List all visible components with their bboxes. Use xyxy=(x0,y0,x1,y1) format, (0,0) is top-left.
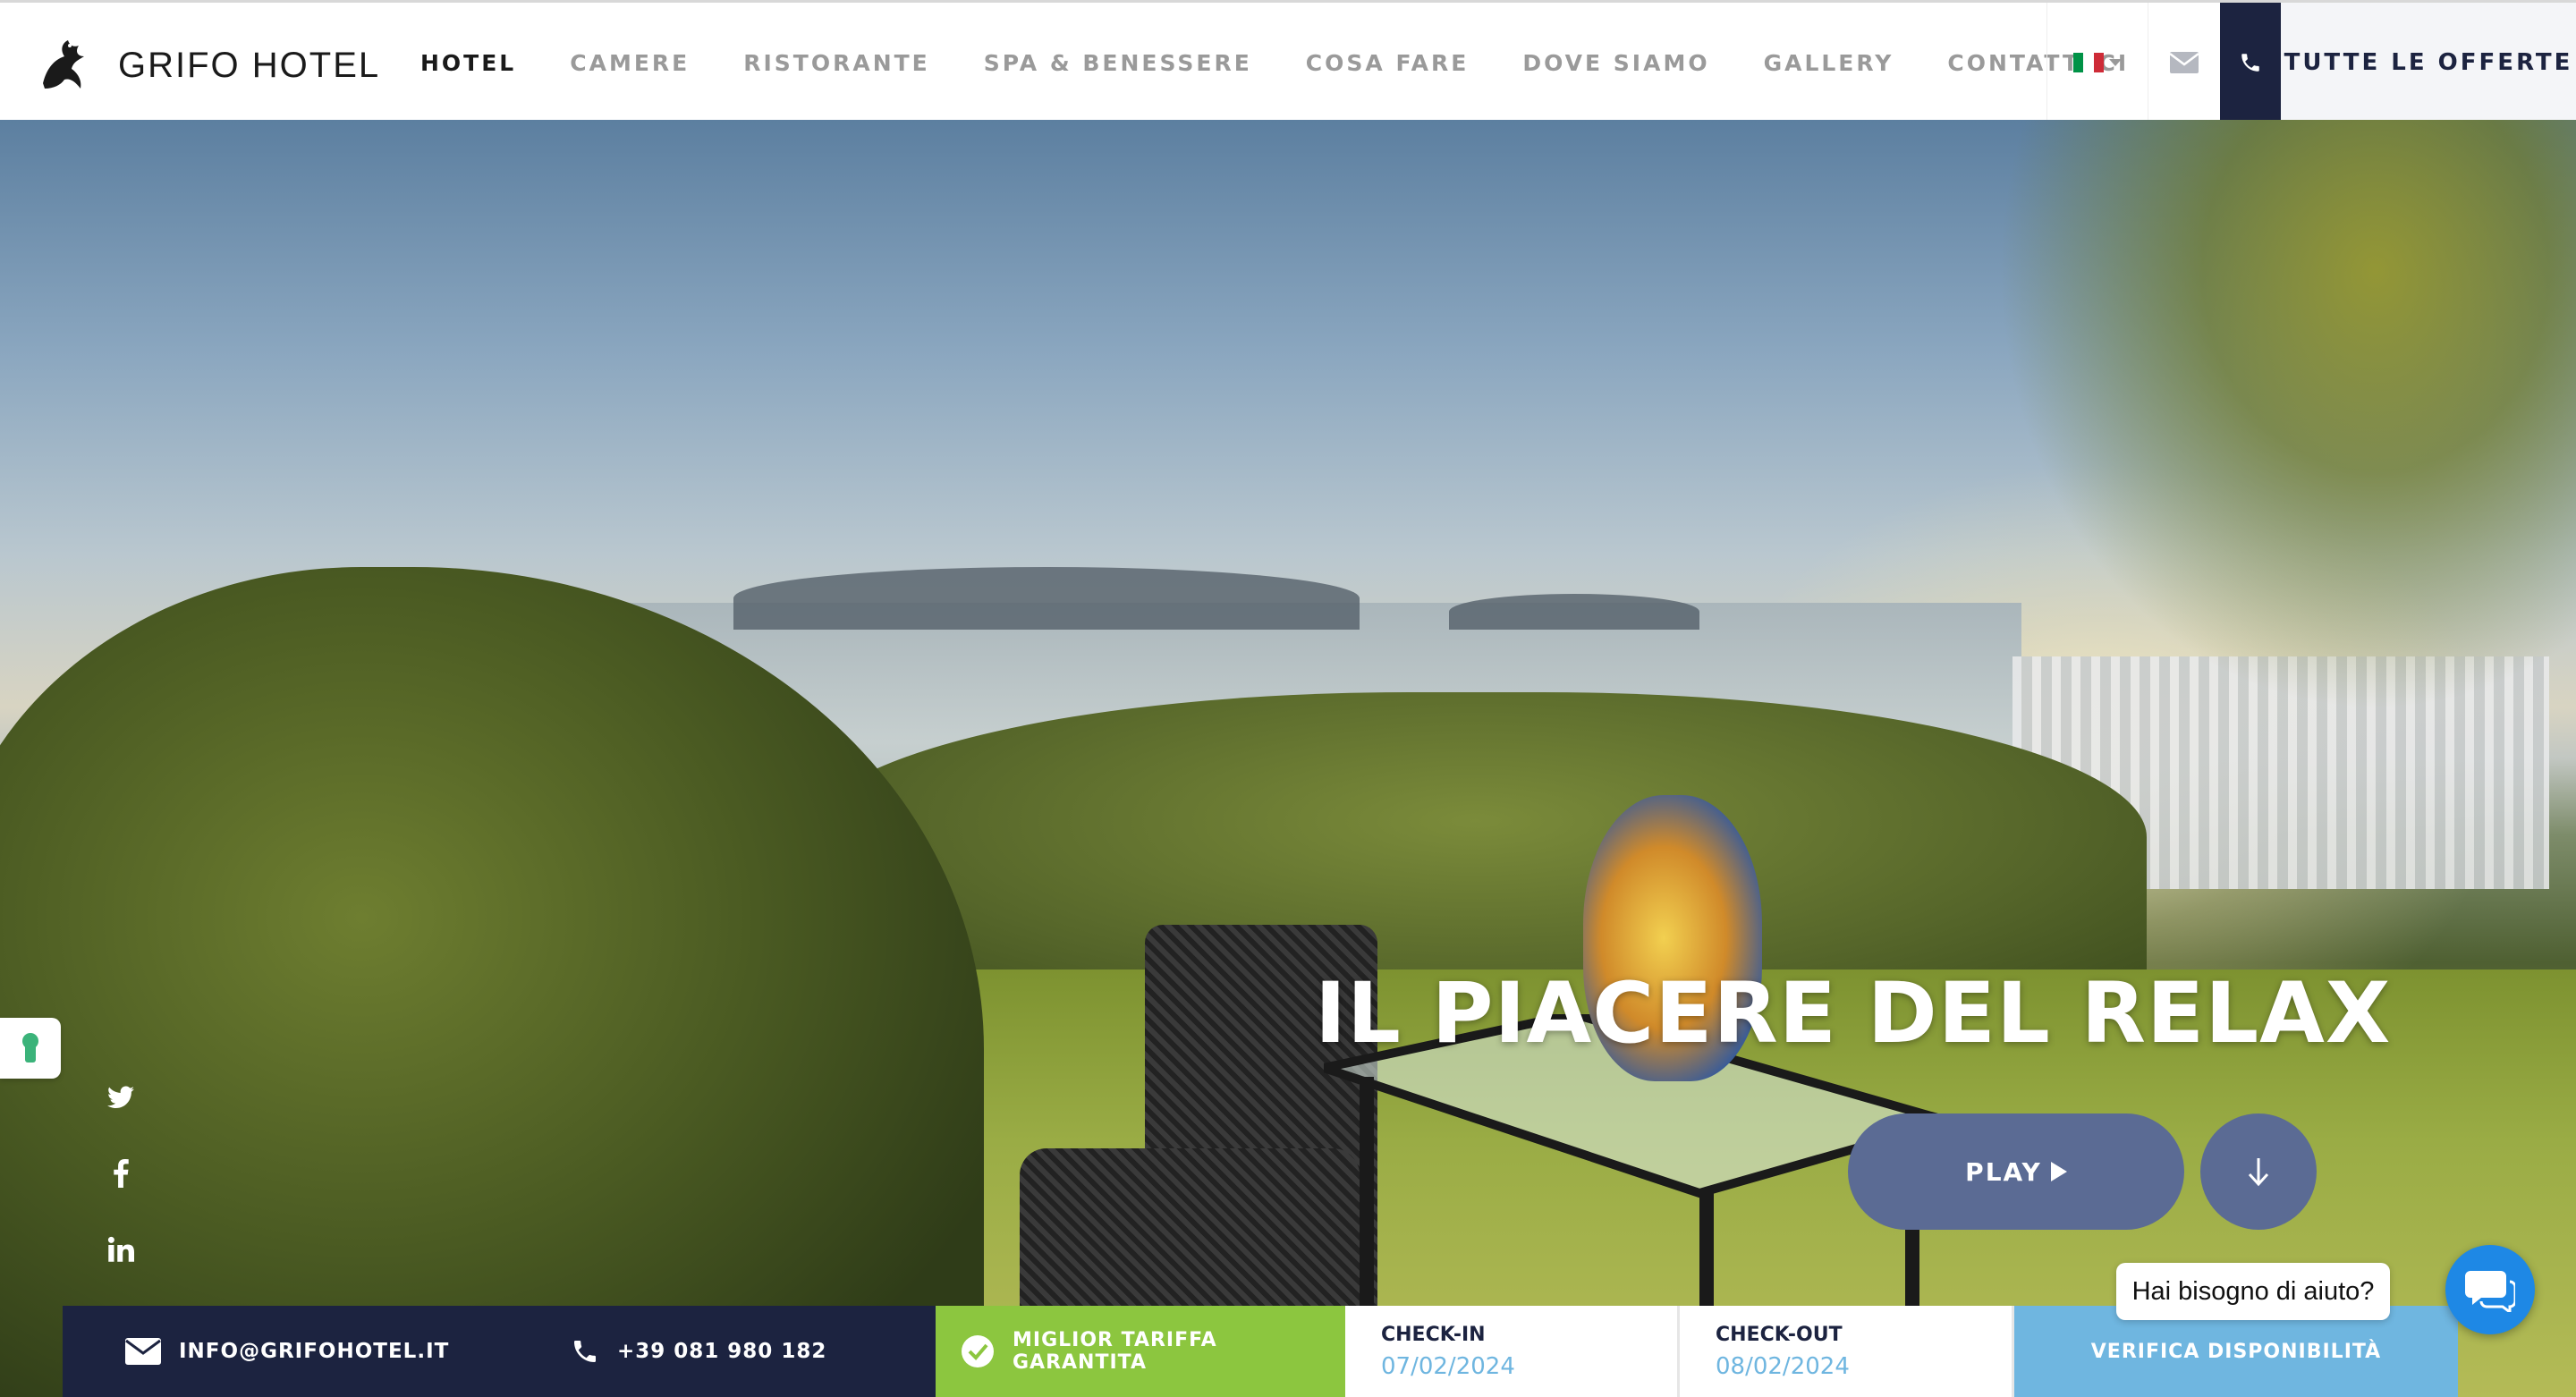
phone-icon xyxy=(571,1337,599,1366)
checkout-label: CHECK-OUT xyxy=(1716,1324,1843,1346)
italy-flag-icon xyxy=(2073,53,2104,72)
checkout-value: 08/02/2024 xyxy=(1716,1353,1850,1380)
twitter-icon[interactable] xyxy=(106,1082,136,1113)
facebook-icon[interactable] xyxy=(106,1158,136,1189)
linkedin-icon[interactable] xyxy=(106,1234,136,1265)
best-rate-text: MIGLIOR TARIFFA GARANTITA xyxy=(1013,1329,1217,1374)
play-video-button[interactable]: PLAY xyxy=(1848,1113,2184,1230)
phone-icon xyxy=(2241,54,2259,72)
nav-gallery[interactable]: GALLERY xyxy=(1764,50,1894,76)
keyhole-icon xyxy=(22,1033,38,1063)
hero-photo-island xyxy=(733,567,1360,630)
chevron-down-icon xyxy=(2109,59,2122,66)
site-header: GRIFO HOTEL HOTEL CAMERE RISTORANTE SPA … xyxy=(0,0,2576,123)
language-selector[interactable] xyxy=(2046,3,2148,123)
hero-photo-leaves xyxy=(1968,120,2576,746)
griffin-logo-icon xyxy=(43,40,84,89)
logo[interactable]: GRIFO HOTEL xyxy=(34,33,380,97)
side-tab[interactable] xyxy=(0,1018,61,1079)
checkin-field[interactable]: CHECK-IN 07/02/2024 xyxy=(1345,1306,1680,1397)
hero-headline: IL PIACERE DEL RELAX xyxy=(1315,965,2392,1063)
booking-phone[interactable]: +39 081 980 182 xyxy=(565,1306,936,1397)
phone-text: +39 081 980 182 xyxy=(617,1340,827,1363)
hero-photo-island xyxy=(1449,594,1699,630)
nav-cosa-fare[interactable]: COSA FARE xyxy=(1306,50,1470,76)
hero-banner: IL PIACERE DEL RELAX PLAY xyxy=(0,120,2576,1397)
chat-icon xyxy=(2465,1271,2515,1312)
email-text: INFO@GRIFOHOTEL.IT xyxy=(179,1340,450,1363)
arrow-down-icon xyxy=(2248,1158,2269,1187)
nav-ristorante[interactable]: RISTORANTE xyxy=(743,50,930,76)
nav-camere[interactable]: CAMERE xyxy=(570,50,690,76)
scroll-down-button[interactable] xyxy=(2200,1113,2317,1230)
checkout-field[interactable]: CHECK-OUT 08/02/2024 xyxy=(1680,1306,2014,1397)
nav-hotel[interactable]: HOTEL xyxy=(420,50,516,76)
header-mail-button[interactable] xyxy=(2148,3,2220,123)
brand-name: GRIFO HOTEL xyxy=(118,45,381,85)
header-phone-button[interactable] xyxy=(2220,3,2281,123)
help-bubble[interactable]: Hai bisogno di aiuto? xyxy=(2116,1263,2390,1320)
main-nav: HOTEL CAMERE RISTORANTE SPA & BENESSERE … xyxy=(420,3,2182,123)
checkin-value: 07/02/2024 xyxy=(1381,1353,1515,1380)
checkin-label: CHECK-IN xyxy=(1381,1324,1486,1346)
booking-bar: INFO@GRIFOHOTEL.IT +39 081 980 182 MIGLI… xyxy=(63,1306,2460,1397)
play-label: PLAY xyxy=(1965,1156,2042,1187)
chat-button[interactable] xyxy=(2445,1245,2535,1334)
best-rate-badge: MIGLIOR TARIFFA GARANTITA xyxy=(936,1306,1345,1397)
envelope-icon xyxy=(125,1338,161,1365)
all-offers-button[interactable]: TUTTE LE OFFERTE xyxy=(2281,3,2576,123)
nav-spa-benessere[interactable]: SPA & BENESSERE xyxy=(984,50,1252,76)
check-circle-icon xyxy=(961,1334,995,1368)
envelope-icon xyxy=(2170,52,2199,73)
play-icon xyxy=(2050,1162,2067,1181)
booking-email[interactable]: INFO@GRIFOHOTEL.IT xyxy=(63,1306,565,1397)
nav-dove-siamo[interactable]: DOVE SIAMO xyxy=(1522,50,1709,76)
